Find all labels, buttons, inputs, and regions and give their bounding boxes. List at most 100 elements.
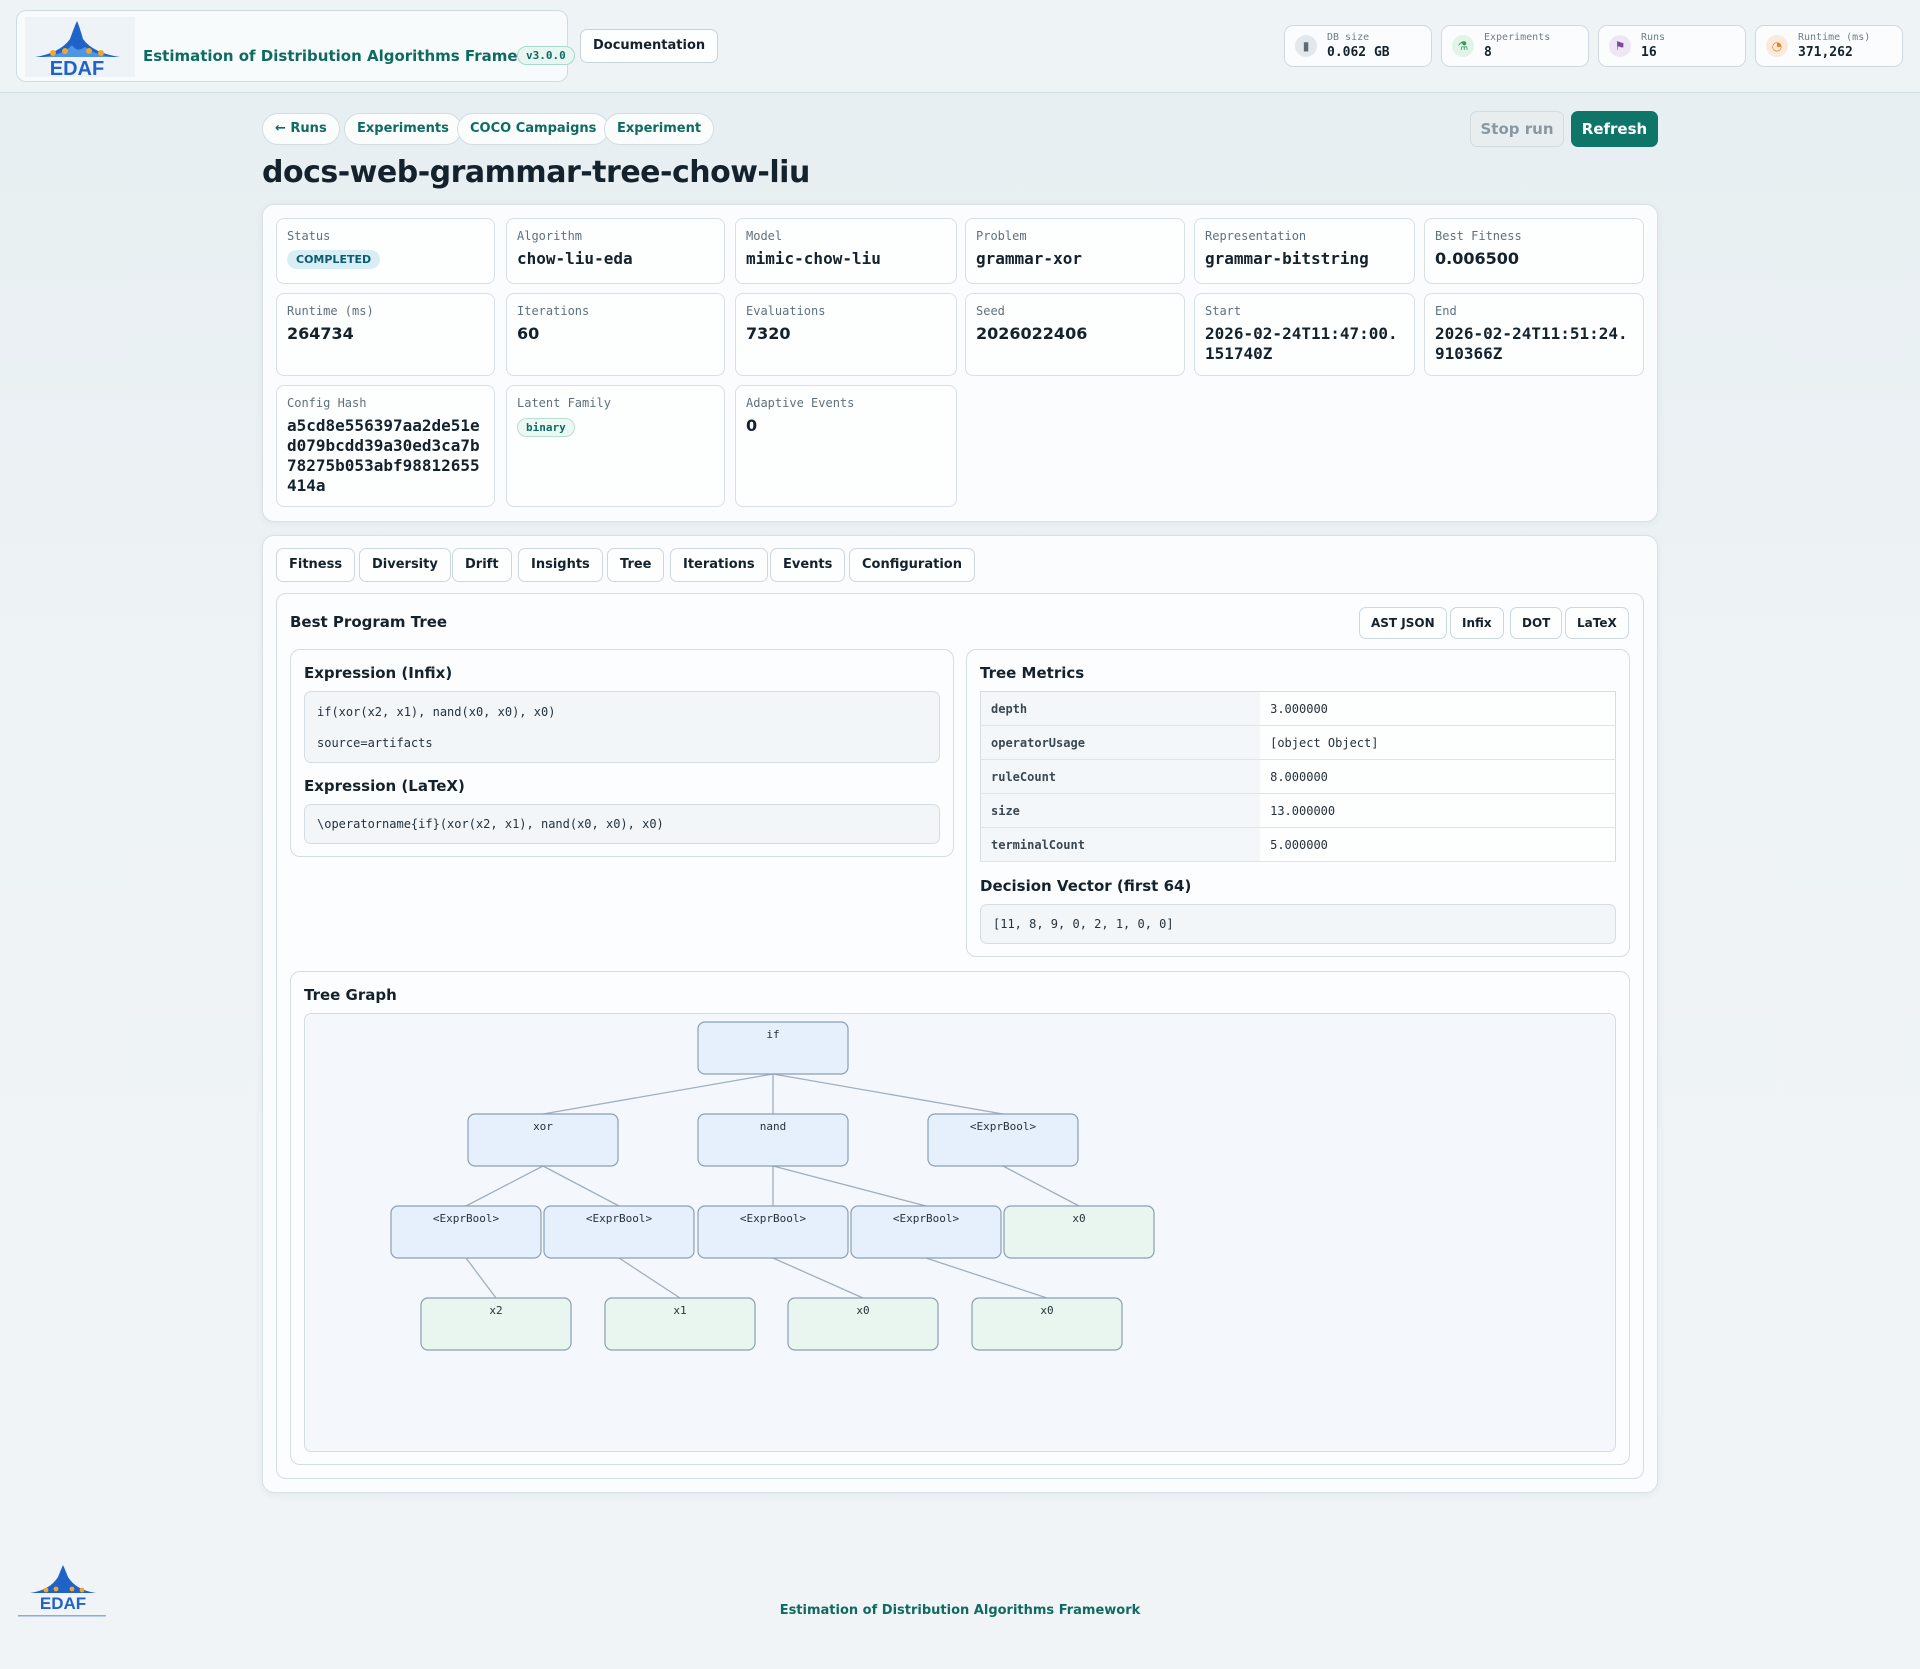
field-label: Best Fitness [1435, 229, 1522, 243]
tab-events[interactable]: Events [770, 548, 846, 582]
stat-label: Experiments [1484, 32, 1551, 43]
decision-vector-title: Decision Vector (first 64) [980, 877, 1192, 895]
field-algorithm: Algorithm chow-liu-eda [506, 218, 725, 284]
tree-node-label: <ExprBool> [970, 1120, 1037, 1133]
field-iterations: Iterations 60 [506, 293, 725, 376]
tree-node-label: x0 [1040, 1304, 1053, 1317]
tree-edge [772, 1073, 1004, 1115]
format-dot-button[interactable]: DOT [1510, 607, 1563, 639]
field-value: grammar-bitstring [1205, 249, 1369, 268]
stat-label: DB size [1327, 32, 1370, 43]
tree-node-label: x0 [1072, 1212, 1085, 1225]
table-row: size 13.000000 [980, 793, 1616, 828]
field-representation: Representation grammar-bitstring [1194, 218, 1415, 284]
app-title: Estimation of Distribution Algorithms Fr… [143, 47, 560, 65]
table-row: ruleCount 8.000000 [980, 759, 1616, 794]
latent-family-badge: binary [517, 418, 575, 437]
field-best-fitness: Best Fitness 0.006500 [1424, 218, 1644, 284]
tree-node-label: x0 [856, 1304, 869, 1317]
field-latent-family: Latent Family binary [506, 385, 725, 507]
nav-coco-campaigns[interactable]: COCO Campaigns [457, 113, 610, 145]
refresh-button[interactable]: Refresh [1571, 111, 1658, 147]
field-model: Model mimic-chow-liu [735, 218, 957, 284]
stat-value: 0.062 GB [1327, 45, 1390, 60]
field-runtime: Runtime (ms) 264734 [276, 293, 495, 376]
format-ast-json-button[interactable]: AST JSON [1359, 607, 1447, 639]
nav-experiments[interactable]: Experiments [344, 113, 462, 145]
tab-iterations[interactable]: Iterations [670, 548, 768, 582]
tree-edge [465, 1257, 497, 1299]
field-label: Iterations [517, 304, 590, 318]
tree-edge [772, 1257, 864, 1299]
table-row: depth 3.000000 [980, 691, 1616, 726]
tab-configuration[interactable]: Configuration [849, 548, 975, 582]
documentation-button[interactable]: Documentation [580, 29, 719, 63]
latex-title: Expression (LaTeX) [304, 777, 465, 795]
metric-value: 13.000000 [1260, 793, 1616, 828]
tree-edge [618, 1257, 681, 1299]
field-value: 2026-02-24T11:51:24.910366Z [1435, 324, 1628, 363]
stop-run-button[interactable]: Stop run [1470, 111, 1564, 147]
tree-node-label: x2 [489, 1304, 502, 1317]
stat-db-size: ▮ DB size 0.062 GB [1284, 25, 1432, 67]
tree-edge [465, 1165, 544, 1207]
field-label: Adaptive Events [746, 396, 855, 410]
tab-fitness[interactable]: Fitness [276, 548, 356, 582]
status-badge: COMPLETED [287, 250, 381, 269]
field-value: grammar-xor [976, 249, 1082, 268]
field-value: 0.006500 [1435, 249, 1520, 268]
field-end: End 2026-02-24T11:51:24.910366Z [1424, 293, 1644, 376]
table-row: operatorUsage [object Object] [980, 725, 1616, 760]
field-label: Latent Family [517, 396, 611, 410]
top-bar: EDAF Estimation of Distribution Algorith… [0, 0, 1920, 93]
nav-experiment[interactable]: Experiment [604, 113, 715, 145]
section-title: Best Program Tree [290, 613, 448, 631]
tab-tree[interactable]: Tree [607, 548, 665, 582]
decision-vector: [11, 8, 9, 0, 2, 1, 0, 0] [993, 917, 1174, 931]
infix-title: Expression (Infix) [304, 664, 453, 682]
metric-value: 5.000000 [1260, 827, 1616, 862]
field-value: 264734 [287, 324, 354, 343]
stat-runtime: ◔ Runtime (ms) 371,262 [1755, 25, 1903, 67]
infix-expression: if(xor(x2, x1), nand(x0, x0), x0) [317, 705, 556, 719]
format-infix-button[interactable]: Infix [1450, 607, 1504, 639]
version-badge: v3.0.0 [517, 46, 575, 65]
tree-edge [772, 1165, 927, 1207]
nav-back-runs[interactable]: ← Runs [262, 113, 340, 145]
stat-label: Runtime (ms) [1798, 32, 1871, 43]
tab-insights[interactable]: Insights [518, 548, 603, 582]
field-label: Runtime (ms) [287, 304, 374, 318]
field-value: mimic-chow-liu [746, 249, 881, 268]
format-latex-button[interactable]: LaTeX [1565, 607, 1629, 639]
graph-title: Tree Graph [304, 986, 397, 1004]
timer-icon: ◔ [1766, 35, 1788, 57]
run-summary-card: Status COMPLETED Algorithm chow-liu-eda … [262, 204, 1658, 522]
checkered-flag-icon: ⚑ [1609, 35, 1631, 57]
tree-graph-canvas[interactable]: if xor nand <ExprBool> <ExprBool> <ExprBool> <… [304, 1013, 1616, 1452]
decision-vector-box: [11, 8, 9, 0, 2, 1, 0, 0] [980, 904, 1616, 944]
field-label: Start [1205, 304, 1242, 318]
field-value: a5cd8e556397aa2de51ed079bcdd39a30ed3ca7b… [287, 416, 480, 495]
tab-drift[interactable]: Drift [452, 548, 512, 582]
stat-runs: ⚑ Runs 16 [1598, 25, 1746, 67]
latex-expression: \operatorname{if}(xor(x2, x1), nand(x0, … [317, 817, 664, 831]
field-problem: Problem grammar-xor [965, 218, 1185, 284]
tree-node-label: xor [533, 1120, 553, 1133]
tab-diversity[interactable]: Diversity [359, 548, 451, 582]
field-label: Seed [976, 304, 1005, 318]
field-label: Model [746, 229, 783, 243]
brand-card[interactable]: EDAF Estimation of Distribution Algorith… [16, 10, 575, 82]
field-label: Representation [1205, 229, 1307, 243]
metric-key: ruleCount [980, 759, 1261, 794]
tree-edge [925, 1257, 1048, 1299]
field-label: Status [287, 229, 331, 243]
metric-value: 3.000000 [1260, 691, 1616, 726]
logo-text: EDAF [50, 58, 104, 77]
field-label: End [1435, 304, 1457, 318]
stat-value: 16 [1641, 45, 1657, 60]
metric-key: operatorUsage [980, 725, 1261, 760]
database-icon: ▮ [1295, 35, 1317, 57]
field-value: 2026022406 [976, 324, 1088, 343]
tree-node-label: <ExprBool> [586, 1212, 653, 1225]
infix-expression-box: if(xor(x2, x1), nand(x0, x0), x0) source… [304, 691, 940, 763]
